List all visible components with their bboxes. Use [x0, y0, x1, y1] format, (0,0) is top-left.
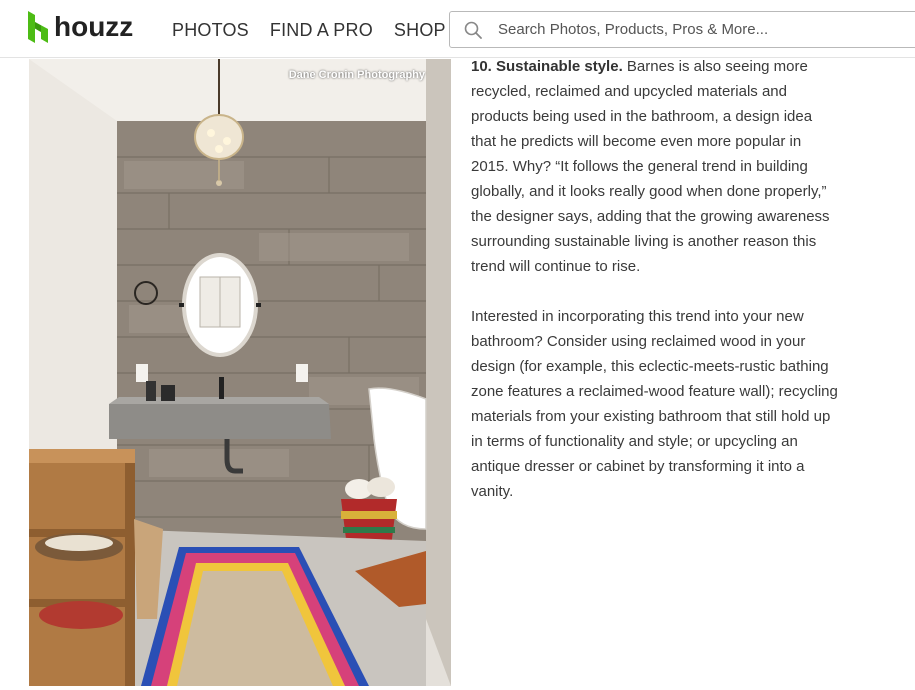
- search-input[interactable]: [498, 12, 908, 47]
- search-box[interactable]: [449, 11, 915, 48]
- main-nav: PHOTOS FIND A PRO SHOP: [172, 19, 467, 41]
- houzz-logo[interactable]: houzz: [28, 11, 133, 43]
- nav-shop[interactable]: SHOP: [394, 19, 446, 41]
- photo-credit: Dane Cronin Photography: [288, 69, 425, 81]
- nav-find-a-pro[interactable]: FIND A PRO: [270, 19, 373, 41]
- houzz-logo-icon: [28, 11, 48, 43]
- site-header: houzz PHOTOS FIND A PRO SHOP: [0, 0, 915, 58]
- nav-photos[interactable]: PHOTOS: [172, 19, 249, 41]
- article-photo[interactable]: Dane Cronin Photography: [29, 59, 451, 686]
- article-body: 10. Sustainable style. Barnes is also se…: [471, 54, 841, 529]
- article-paragraph-1: 10. Sustainable style. Barnes is also se…: [471, 54, 841, 279]
- paragraph-1-text: Barnes is also seeing more recycled, rec…: [471, 58, 830, 275]
- brand-name: houzz: [54, 11, 134, 42]
- article-paragraph-2: Interested in incorporating this trend i…: [471, 308, 838, 500]
- search-icon: [464, 21, 482, 39]
- bathroom-photo-image: [29, 59, 451, 686]
- section-heading: 10. Sustainable style.: [471, 58, 623, 75]
